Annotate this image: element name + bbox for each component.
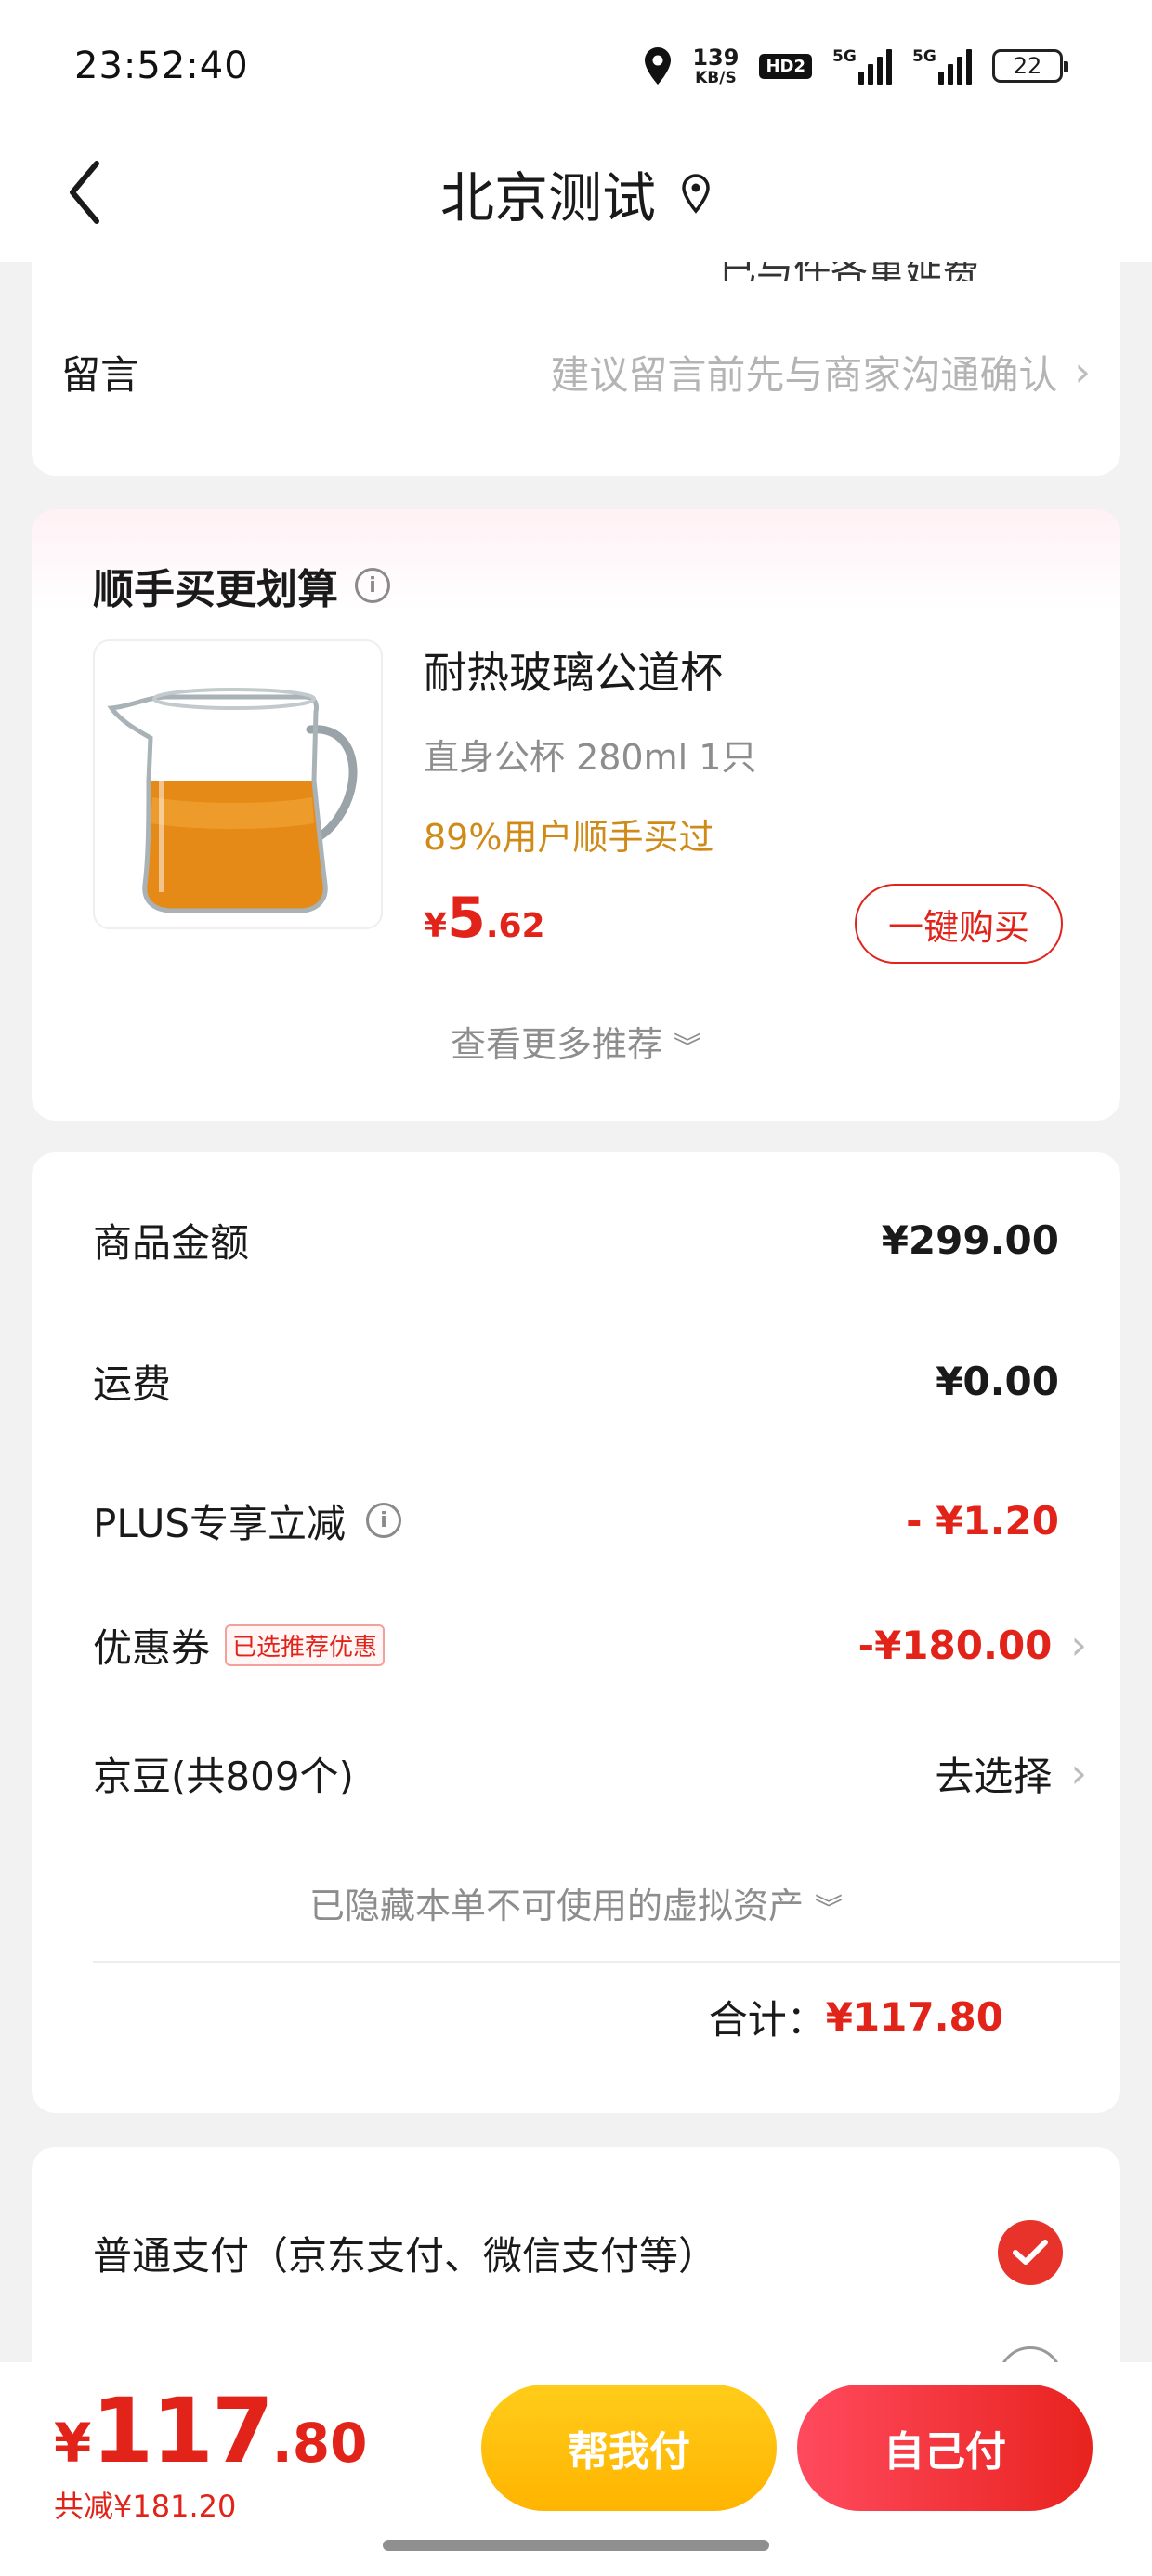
product-price-dec: .62 <box>485 907 545 945</box>
one-click-buy-button[interactable]: 一键购买 <box>855 884 1063 964</box>
signal-label: 5G <box>832 47 857 66</box>
price-row-plus: PLUS专享立减 i - ¥1.20 <box>93 1483 1059 1557</box>
price-summary-card: 商品金额 ¥299.00 运费 ¥0.00 PLUS专享立减 i - ¥1.20… <box>32 1152 1120 2113</box>
status-icons: 139 KB/S HD2 5G 5G 22 <box>644 43 1068 89</box>
location-pin-icon <box>682 174 710 214</box>
divider <box>93 1961 1120 1963</box>
signal-icon: 5G <box>832 47 892 85</box>
status-bar: 23:52:40 139 KB/S HD2 5G 5G 22 <box>0 0 1152 130</box>
signal-label-2: 5G <box>912 47 936 66</box>
coupon-tag: 已选推荐优惠 <box>225 1623 386 1666</box>
net-speed-value: 139 <box>692 44 740 71</box>
chevron-right-icon: › <box>1070 1621 1087 1669</box>
clipped-text-content: 已与仵各重延费 <box>719 262 1035 281</box>
battery-level: 22 <box>1013 53 1042 79</box>
price-row-value: ¥299.00 <box>881 1216 1059 1263</box>
payment-option-label: 普通支付（京东支付、微信支付等） <box>93 2232 718 2279</box>
signal-icon-2: 5G <box>912 47 972 85</box>
more-recommendations-link[interactable]: 查看更多推荐 ︾ <box>32 1016 1120 1067</box>
bundle-card: 顺手买更划算 i 耐热玻璃公道杯 直身公杯 280ml 1只 89%用户顺手买过… <box>32 509 1120 1121</box>
price-row-label-wrap: PLUS专享立减 i <box>93 1492 402 1549</box>
message-input-wrap[interactable]: 建议留言前先与商家沟通确认 › <box>550 344 1091 401</box>
status-time: 23:52:40 <box>74 45 249 87</box>
bottom-price-dec: .80 <box>271 2412 368 2475</box>
glass-pitcher-image <box>107 688 358 913</box>
product-price: ¥ 5 .62 <box>424 886 545 951</box>
help-pay-button[interactable]: 帮我付 <box>481 2385 777 2511</box>
bottom-total-price: ¥ 117 .80 <box>54 2379 368 2483</box>
payment-option-standard[interactable]: 普通支付（京东支付、微信支付等） <box>93 2215 1063 2290</box>
chevron-right-icon: › <box>1070 1749 1087 1797</box>
bundle-title-row: 顺手买更划算 i <box>93 556 390 615</box>
info-icon[interactable]: i <box>355 568 390 603</box>
product-hint: 89%用户顺手买过 <box>424 817 714 858</box>
page-title-wrap[interactable]: 北京测试 <box>0 151 1152 236</box>
total-value: ¥117.80 <box>825 1994 1003 2040</box>
chevron-right-icon: › <box>1074 348 1091 396</box>
location-icon <box>645 47 672 85</box>
product-spec: 直身公杯 280ml 1只 <box>424 737 757 778</box>
bottom-price-int: 117 <box>91 2379 273 2483</box>
product-price-int: 5 <box>447 886 486 951</box>
product-name[interactable]: 耐热玻璃公道杯 <box>424 639 723 701</box>
hidden-assets-toggle[interactable]: 已隐藏本单不可使用的虚拟资产 ︾ <box>32 1877 1120 1928</box>
price-row-right: 去选择 › <box>935 1745 1087 1802</box>
price-row-jingdou[interactable]: 京豆(共809个) 去选择 › <box>93 1736 1087 1810</box>
price-row-label: 优惠券 <box>93 1624 211 1671</box>
price-row-value: - ¥1.20 <box>906 1497 1059 1544</box>
product-price-symbol: ¥ <box>424 907 448 945</box>
check-selected-icon[interactable] <box>998 2220 1063 2285</box>
more-recommendations-label: 查看更多推荐 <box>450 1024 662 1065</box>
hd-badge: HD2 <box>759 53 812 79</box>
net-speed-unit: KB/S <box>695 68 737 87</box>
product-image[interactable] <box>93 639 383 929</box>
price-row-label: 京豆(共809个) <box>93 1753 354 1799</box>
info-icon[interactable]: i <box>366 1503 402 1538</box>
bottom-price-symbol: ¥ <box>54 2412 92 2475</box>
price-row-label: 商品金额 <box>93 1219 250 1266</box>
price-row-right: -¥180.00 › <box>857 1622 1087 1669</box>
price-row-goods: 商品金额 ¥299.00 <box>93 1203 1059 1277</box>
price-row-shipping: 运费 ¥0.00 <box>93 1344 1059 1418</box>
message-label: 留言 <box>61 351 140 398</box>
price-row-label: 运费 <box>93 1360 172 1407</box>
net-speed: 139 KB/S <box>692 46 739 86</box>
bottom-saved: 共减¥181.20 <box>54 2489 237 2524</box>
chevron-down-icon: ︾ <box>674 1032 702 1064</box>
hidden-assets-label: 已隐藏本单不可使用的虚拟资产 <box>308 1886 804 1926</box>
self-pay-button[interactable]: 自己付 <box>797 2385 1093 2511</box>
price-row-value: ¥0.00 <box>936 1358 1059 1404</box>
checkmark-icon <box>1013 2240 1048 2265</box>
home-indicator[interactable] <box>383 2540 769 2551</box>
price-row-value: 去选择 <box>935 1753 1053 1799</box>
price-row-value: -¥180.00 <box>857 1622 1053 1668</box>
total-row: 合计： ¥117.80 <box>709 1989 1003 2045</box>
page-title: 北京测试 <box>439 166 656 230</box>
battery-icon: 22 <box>992 49 1068 83</box>
price-row-coupon[interactable]: 优惠券 已选推荐优惠 -¥180.00 › <box>93 1608 1087 1682</box>
total-label: 合计： <box>708 1997 826 2043</box>
chevron-down-icon: ︾ <box>815 1893 844 1925</box>
bundle-title: 顺手买更划算 <box>93 566 338 613</box>
message-placeholder: 建议留言前先与商家沟通确认 <box>550 351 1058 398</box>
price-row-label-wrap: 优惠券 已选推荐优惠 <box>93 1617 386 1674</box>
message-row[interactable]: 留言 建议留言前先与商家沟通确认 › <box>61 335 1091 409</box>
clipped-text: 已与仵各重延费 <box>719 262 1035 281</box>
price-row-label: PLUS专享立减 <box>93 1500 347 1546</box>
